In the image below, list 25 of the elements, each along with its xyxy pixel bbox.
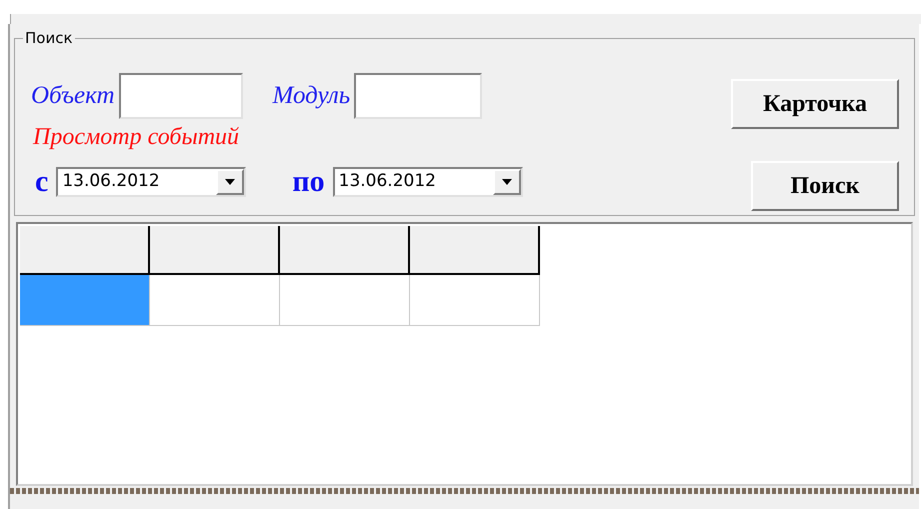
action-button[interactable]: Карточка bbox=[731, 79, 899, 129]
dropdown-arrow-button[interactable] bbox=[216, 169, 244, 195]
caret-icon bbox=[502, 179, 512, 185]
object-label: Объект bbox=[31, 81, 114, 112]
date-dropdown[interactable]: 13.06.2012 bbox=[56, 167, 246, 197]
object-field[interactable] bbox=[118, 73, 242, 119]
to-label: по bbox=[292, 167, 325, 197]
caret-icon bbox=[225, 179, 236, 185]
date-dropdown[interactable]: 13.06.2012 bbox=[332, 167, 523, 197]
dropdown-arrow-button[interactable] bbox=[492, 169, 521, 195]
events-label: Просмотр событий bbox=[33, 123, 240, 151]
from-label: с bbox=[35, 167, 48, 197]
grid-cell[interactable] bbox=[150, 275, 280, 326]
column-header[interactable] bbox=[20, 226, 150, 275]
grid-cell[interactable] bbox=[20, 275, 150, 326]
action-button[interactable]: Поиск bbox=[751, 161, 899, 211]
module-field[interactable] bbox=[354, 73, 482, 119]
column-header[interactable] bbox=[280, 226, 410, 275]
module-label: Модуль bbox=[272, 81, 350, 112]
date-value: 13.06.2012 bbox=[61, 170, 161, 194]
grid-cell[interactable] bbox=[410, 275, 540, 326]
date-value: 13.06.2012 bbox=[338, 170, 437, 194]
grid-cell[interactable] bbox=[280, 275, 410, 326]
column-header[interactable] bbox=[150, 226, 280, 275]
column-header[interactable] bbox=[410, 226, 540, 275]
